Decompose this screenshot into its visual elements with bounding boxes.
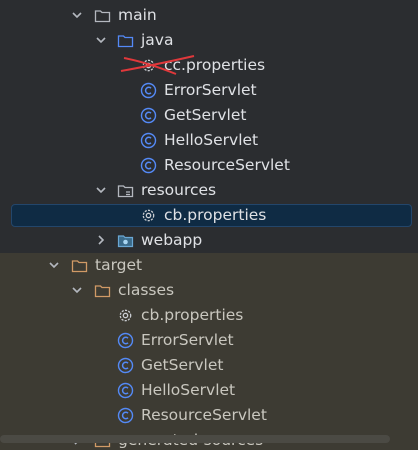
- class-icon: [117, 407, 134, 424]
- gear-icon: [119, 309, 132, 322]
- tree-row-label: HelloServlet: [141, 381, 236, 399]
- tree-row-label: resources: [141, 181, 217, 199]
- tree-row-label: GetServlet: [164, 106, 247, 124]
- class-icon: [140, 82, 157, 99]
- tree-row-resources[interactable]: resources: [0, 178, 418, 203]
- tree-row-webapp[interactable]: webapp: [0, 228, 418, 253]
- chevron-down-icon[interactable]: [94, 33, 108, 47]
- excluded-folder-icon: [94, 285, 111, 298]
- gear-icon: [142, 209, 155, 222]
- tree-row-hello-servlet[interactable]: HelloServlet: [0, 128, 418, 153]
- tree-row-classes[interactable]: classes: [0, 278, 418, 303]
- tree-row-target-error-servlet[interactable]: ErrorServlet: [0, 328, 418, 353]
- chevron-down-icon[interactable]: [70, 283, 84, 297]
- tree-row-resource-servlet[interactable]: ResourceServlet: [0, 153, 418, 178]
- web-folder-icon: [117, 235, 134, 248]
- tree-row-target-resource-servlet[interactable]: ResourceServlet: [0, 403, 418, 428]
- tree-row-label: cb.properties: [141, 306, 244, 324]
- tree-row-label: ResourceServlet: [141, 406, 267, 424]
- class-icon: [117, 382, 134, 399]
- tree-row-cc-properties[interactable]: cc.properties: [0, 53, 418, 78]
- class-icon: [117, 332, 134, 349]
- tree-row-label: GetServlet: [141, 356, 224, 374]
- tree-row-get-servlet[interactable]: GetServlet: [0, 103, 418, 128]
- tree-row-target-hello-servlet[interactable]: HelloServlet: [0, 378, 418, 403]
- tree-row-label: webapp: [141, 231, 203, 249]
- tree-row-label: java: [141, 31, 174, 49]
- tree-row-label: ErrorServlet: [141, 331, 234, 349]
- excluded-folder-icon: [71, 260, 88, 273]
- tree-row-label: ErrorServlet: [164, 81, 257, 99]
- chevron-down-icon[interactable]: [47, 258, 61, 272]
- folder-icon: [94, 10, 111, 23]
- class-icon: [140, 132, 157, 149]
- class-icon: [140, 157, 157, 174]
- tree-row-label: ResourceServlet: [164, 156, 290, 174]
- class-icon: [117, 357, 134, 374]
- tree-row-error-servlet[interactable]: ErrorServlet: [0, 78, 418, 103]
- strike-mark-icon: [120, 55, 195, 75]
- tree-row-java[interactable]: java: [0, 28, 418, 53]
- tree-row-target[interactable]: target: [0, 253, 418, 278]
- tree-row-target-cb-properties[interactable]: cb.properties: [0, 303, 418, 328]
- tree-row-main[interactable]: main: [0, 3, 418, 28]
- source-folder-icon: [117, 35, 134, 48]
- chevron-right-icon[interactable]: [94, 233, 108, 247]
- tree-row-label: HelloServlet: [164, 131, 259, 149]
- tree-row-label: cb.properties: [164, 206, 267, 224]
- tree-row-label: main: [118, 6, 157, 24]
- tree-row-label: classes: [118, 281, 175, 299]
- tree-row-target-get-servlet[interactable]: GetServlet: [0, 353, 418, 378]
- chevron-down-icon[interactable]: [94, 183, 108, 197]
- tree-row-cb-properties-selected[interactable]: cb.properties: [0, 203, 418, 228]
- horizontal-scrollbar[interactable]: [0, 435, 390, 443]
- tree-row-label: target: [95, 256, 143, 274]
- project-tree[interactable]: main java cc.properties ErrorServlet Get…: [0, 0, 418, 450]
- resources-folder-icon: [117, 185, 134, 198]
- class-icon: [140, 107, 157, 124]
- chevron-down-icon[interactable]: [70, 8, 84, 22]
